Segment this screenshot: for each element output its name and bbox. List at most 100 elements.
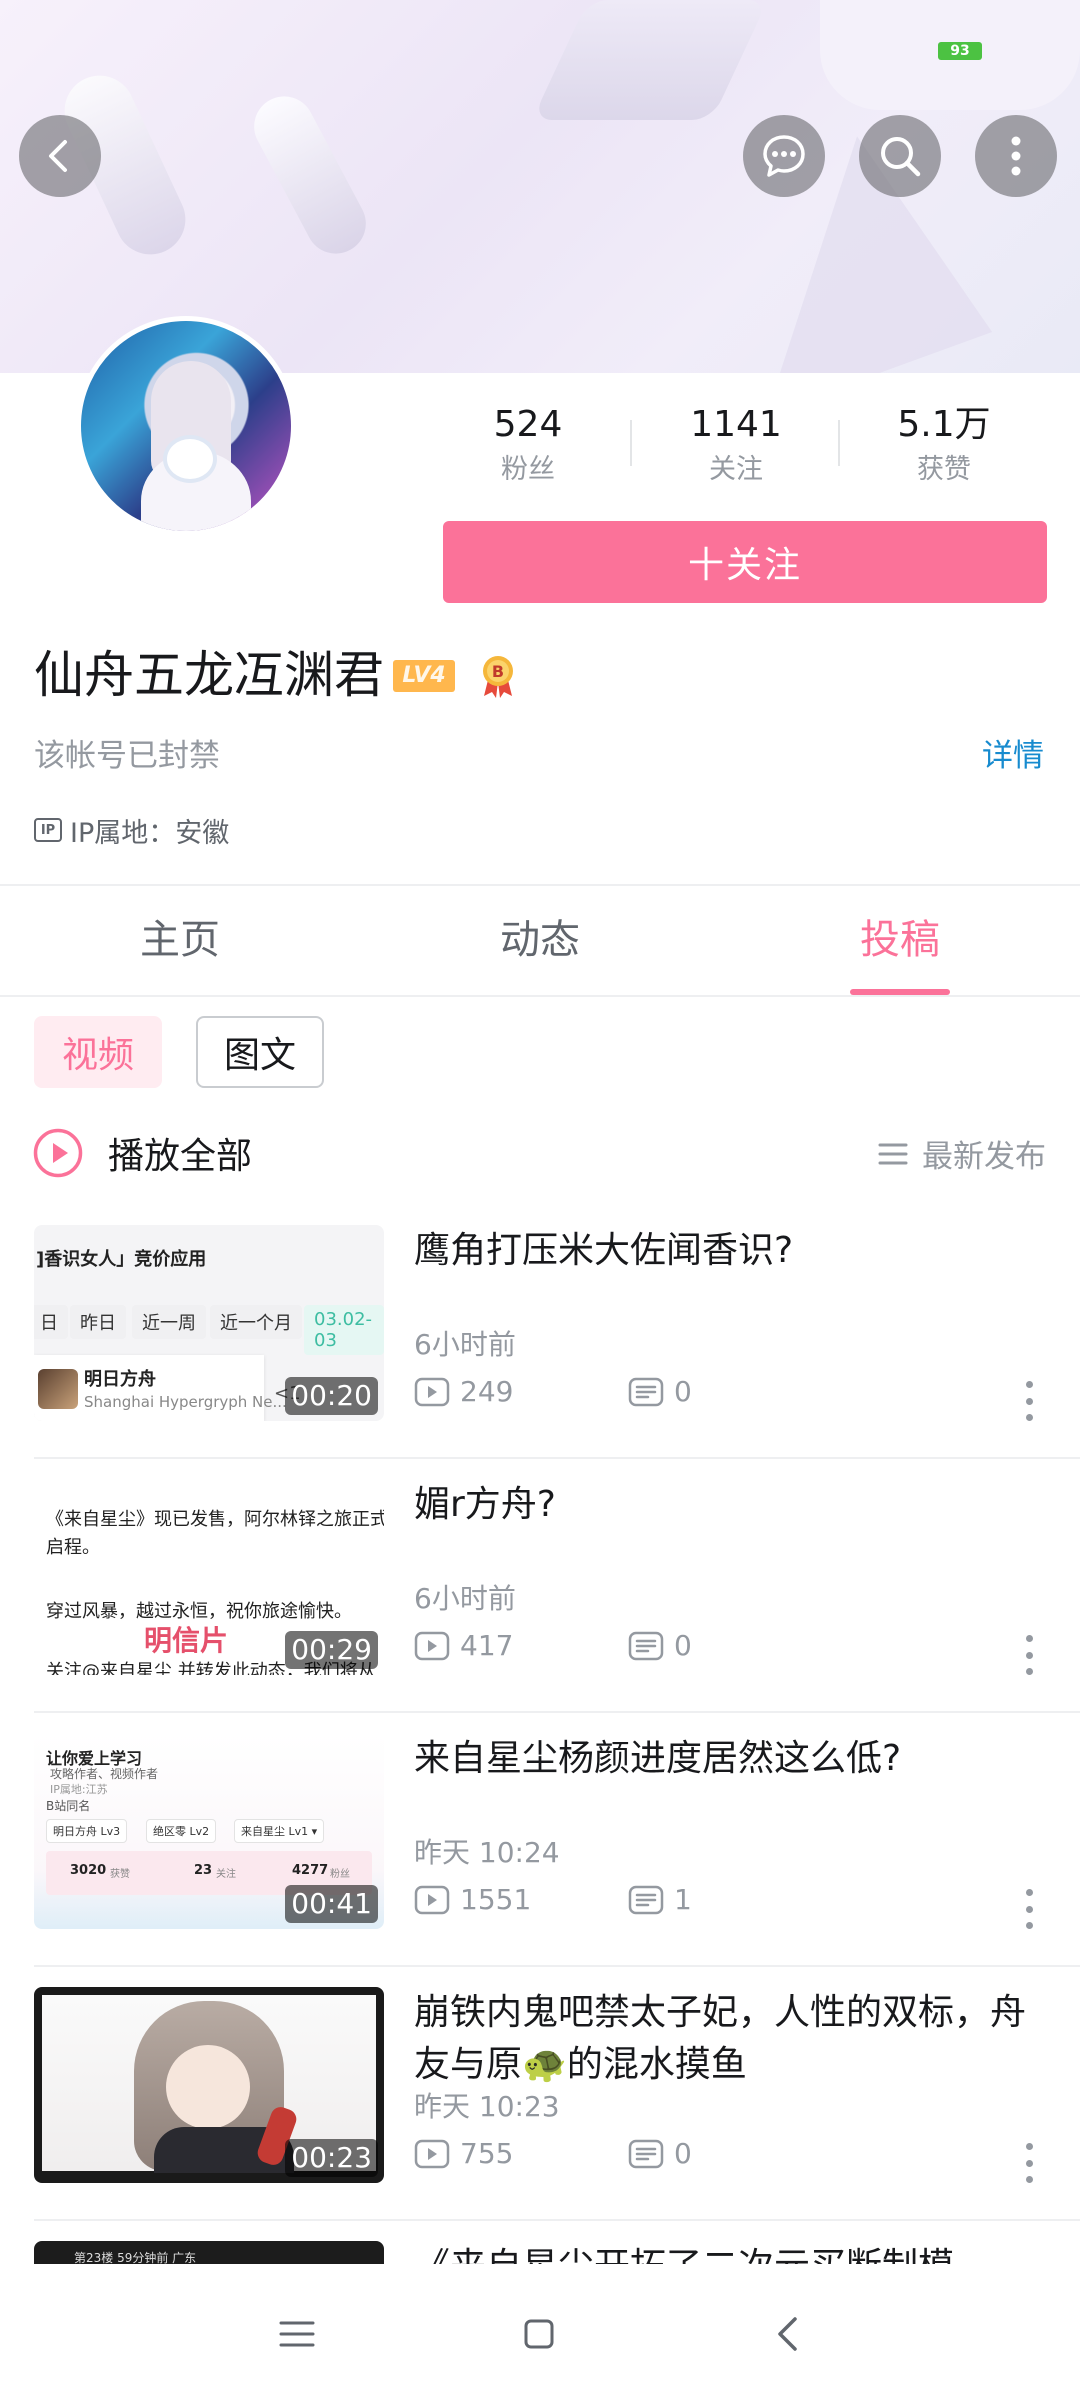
video-time: 昨天 10:23 — [414, 2090, 560, 2123]
tab-home[interactable]: 主页 — [30, 910, 330, 970]
following-count: 1141 — [690, 404, 782, 445]
back-triangle-icon — [778, 2317, 797, 2351]
svg-text:B: B — [492, 662, 504, 681]
video-more-icon[interactable] — [1024, 1381, 1034, 1421]
comment-count-icon — [628, 1377, 664, 1407]
sort-button[interactable]: 最新发布 — [878, 1131, 1046, 1176]
thumb-text: 03.02-03 — [304, 1305, 384, 1355]
filter-image-text[interactable]: 图文 — [196, 1016, 324, 1088]
video-thumbnail[interactable]: 让你爱上学习 攻略作者、视频作者 IP属地:江苏 B站同名 明日方舟 Lv3 绝… — [34, 1733, 384, 1929]
thumb-text: ]香识女人」竞价应用 — [36, 1249, 207, 1270]
video-thumbnail[interactable]: 《来自星尘》现已发售，阿尔林铎之旅正式 启程。 穿过风暴，越过永恒，祝你旅途愉快… — [34, 1479, 384, 1675]
back-button[interactable] — [19, 115, 101, 197]
more-vertical-icon — [1011, 136, 1021, 176]
stat-followers[interactable]: 524 粉丝 — [438, 400, 618, 490]
video-stats: 755 0 — [414, 2134, 692, 2174]
search-icon — [881, 137, 921, 177]
thumb-text: 近一个月 — [210, 1305, 302, 1339]
home-square-icon — [524, 2319, 554, 2349]
more-button[interactable] — [975, 115, 1057, 197]
chat-bubble-icon — [763, 135, 805, 177]
view-count: 249 — [460, 1375, 514, 1408]
video-duration: 00:20 — [285, 1377, 378, 1415]
search-button[interactable] — [859, 115, 941, 197]
play-circle-icon — [33, 1128, 83, 1178]
thumb-text: 日 — [34, 1305, 68, 1339]
account-status: 该帐号已封禁 — [34, 738, 220, 774]
thumb-text: 攻略作者、视频作者 — [50, 1767, 159, 1781]
comment-count-icon — [628, 2139, 664, 2169]
video-item[interactable]: ]香识女人」竞价应用 日 昨日 近一周 近一个月 03.02-03 明日方舟 S… — [0, 1205, 1080, 1459]
video-title[interactable]: 来自星尘杨颜进度居然这么低? — [414, 1733, 1044, 1785]
stat-divider — [630, 420, 632, 466]
thumb-text: 《来自星尘》现已发售，阿尔林铎之旅正式 — [46, 1509, 384, 1530]
thumb-text: 粉丝 — [330, 1869, 350, 1880]
comment-count: 1 — [674, 1883, 692, 1916]
stat-following[interactable]: 1141 关注 — [646, 400, 826, 490]
video-duration: 00:41 — [285, 1885, 378, 1923]
video-more-icon[interactable] — [1024, 1635, 1034, 1675]
nav-back-button[interactable] — [757, 2304, 817, 2364]
ip-icon: IP — [34, 818, 62, 842]
nav-menu-button[interactable] — [267, 2304, 327, 2364]
followers-label: 粉丝 — [501, 454, 555, 485]
avatar[interactable] — [76, 316, 296, 536]
nav-home-button[interactable] — [509, 2304, 569, 2364]
followers-count: 524 — [493, 404, 563, 445]
tab-uploads[interactable]: 投稿 — [750, 910, 1050, 970]
video-item[interactable]: 00:23 崩铁内鬼吧禁太子妃，人性的双标，舟友与原🐢的混水摸鱼 昨天 10:2… — [0, 1967, 1080, 2221]
thumb-text: 3020 — [70, 1863, 107, 1878]
thumb-text: B站同名 — [46, 1799, 91, 1813]
thumb-text: 绝区零 Lv2 — [146, 1819, 217, 1843]
video-stats: 1551 1 — [414, 1880, 692, 1920]
video-stats: 249 0 — [414, 1372, 692, 1412]
video-title[interactable]: 鹰角打压米大佐闻香识? — [414, 1225, 1044, 1277]
video-title[interactable]: 媚r方舟? — [414, 1479, 1044, 1531]
video-more-icon[interactable] — [1024, 2143, 1034, 2183]
video-time: 昨天 10:24 — [414, 1836, 560, 1869]
follow-button[interactable]: 十关注 — [443, 521, 1047, 603]
video-duration: 00:23 — [285, 2139, 378, 2177]
play-count-icon — [414, 1631, 450, 1661]
sort-lines-icon — [878, 1143, 908, 1164]
message-button[interactable] — [743, 115, 825, 197]
level-badge: LV4 — [393, 660, 455, 692]
battery-indicator: 93 — [938, 42, 982, 60]
tab-dynamics[interactable]: 动态 — [390, 910, 690, 970]
thumb-text: 23 — [194, 1863, 213, 1878]
following-label: 关注 — [709, 454, 763, 485]
video-item[interactable]: 《来自星尘》现已发售，阿尔林铎之旅正式 启程。 穿过风暴，越过永恒，祝你旅途愉快… — [0, 1459, 1080, 1713]
thumb-text: 明日方舟 Lv3 — [46, 1819, 128, 1843]
stat-likes: 5.1万 获赞 — [854, 400, 1034, 490]
back-arrow-icon — [49, 140, 67, 172]
play-all-button[interactable]: 播放全部 — [32, 1127, 252, 1179]
medal-icon[interactable]: B — [478, 654, 518, 698]
menu-icon — [279, 2321, 315, 2347]
video-item[interactable]: 第23楼 59分钟前 广东 《来自星尘开拓了二次元买断制模 — [0, 2221, 1080, 2264]
sort-label: 最新发布 — [922, 1139, 1046, 1175]
thumb-text: IP属地:江苏 — [50, 1783, 108, 1796]
video-duration: 00:29 — [285, 1631, 378, 1669]
thumb-text: 明日方舟 — [84, 1369, 156, 1390]
video-thumbnail[interactable]: 00:23 — [34, 1987, 384, 2183]
likes-count: 5.1万 — [897, 404, 991, 445]
filter-video[interactable]: 视频 — [34, 1016, 162, 1088]
thumb-text: 第23楼 59分钟前 广东 — [74, 2251, 197, 2264]
video-item[interactable]: 让你爱上学习 攻略作者、视频作者 IP属地:江苏 B站同名 明日方舟 Lv3 绝… — [0, 1713, 1080, 1967]
thumb-text: 近一周 — [132, 1305, 206, 1339]
comment-count: 0 — [674, 1629, 692, 1662]
video-thumbnail[interactable]: 第23楼 59分钟前 广东 — [34, 2241, 384, 2264]
comment-count-icon — [628, 1885, 664, 1915]
section-divider — [0, 884, 1080, 886]
video-more-icon[interactable] — [1024, 1889, 1034, 1929]
ip-location-row: IP IP属地：安徽 — [34, 810, 229, 850]
thumb-text: 来自星尘 Lv1 ▾ — [234, 1819, 325, 1843]
thumb-text: Shanghai Hypergryph Ne... — [84, 1393, 287, 1411]
detail-link[interactable]: 详情 — [982, 734, 1044, 778]
play-count-icon — [414, 2139, 450, 2169]
video-title[interactable]: 《来自星尘开拓了二次元买断制模 — [414, 2241, 1044, 2264]
play-count-icon — [414, 1377, 450, 1407]
view-count: 417 — [460, 1629, 514, 1662]
video-thumbnail[interactable]: ]香识女人」竞价应用 日 昨日 近一周 近一个月 03.02-03 明日方舟 S… — [34, 1225, 384, 1421]
video-title[interactable]: 崩铁内鬼吧禁太子妃，人性的双标，舟友与原🐢的混水摸鱼 — [414, 1987, 1044, 2091]
